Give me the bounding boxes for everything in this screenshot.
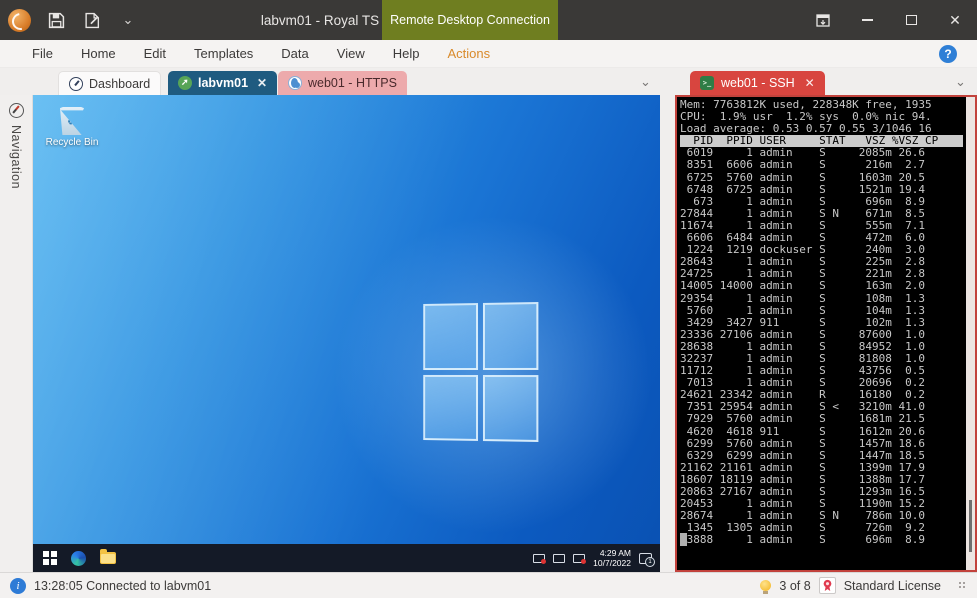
notification-center-icon[interactable] (639, 553, 652, 564)
tab-overflow-chevron-icon[interactable]: ⌄ (640, 74, 651, 90)
lightbulb-icon[interactable] (760, 580, 771, 591)
clock-time: 4:29 AM (593, 548, 631, 558)
recycle-bin-icon: ♻ (60, 107, 84, 135)
royal-ts-logo-icon (8, 9, 31, 32)
title-bar: ⌄ labvm01 - Royal TS Remote Desktop Conn… (0, 0, 977, 40)
royal-ts-window: ⌄ labvm01 - Royal TS Remote Desktop Conn… (0, 0, 977, 598)
menu-templates[interactable]: Templates (180, 40, 267, 68)
windows-taskbar: 4:29 AM 10/7/2022 (33, 544, 660, 572)
windows-logo-pane (423, 303, 477, 369)
windows-logo-pane (423, 374, 477, 440)
recycle-bin-label: Recycle Bin (43, 137, 101, 148)
menu-view[interactable]: View (323, 40, 379, 68)
windows-logo-pane (482, 375, 538, 442)
process-row: 14005 14000 admin S 163m 2.0 (680, 280, 963, 292)
terminal-scrollbar[interactable] (966, 97, 975, 570)
rdp-desktop-viewport[interactable]: ♻ Recycle Bin 4:29 AM 10/7/2022 (33, 95, 660, 572)
windows-logo-pane (482, 302, 538, 369)
process-row: 3429 3427 911 S 102m 1.3 (680, 317, 963, 329)
close-tab-icon[interactable]: ✕ (805, 76, 815, 90)
license-badge-box (819, 577, 836, 594)
terminal-cursor (680, 533, 687, 546)
dock-window-button[interactable] (801, 0, 845, 40)
license-ribbon-icon (822, 579, 833, 592)
process-row: 6725 5760 admin S 1603m 20.5 (680, 172, 963, 184)
menu-home[interactable]: Home (67, 40, 130, 68)
tab-label: Dashboard (89, 77, 150, 91)
process-row: 3888 1 admin S 696m 8.9 (680, 534, 963, 546)
process-row: 8351 6606 admin S 216m 2.7 (680, 159, 963, 171)
tray-status-icon[interactable] (533, 554, 545, 563)
menu-edit[interactable]: Edit (130, 40, 180, 68)
menu-data[interactable]: Data (267, 40, 322, 68)
globe-icon (288, 76, 302, 90)
connection-count: 3 of 8 (779, 579, 810, 593)
maximize-button[interactable] (889, 0, 933, 40)
tab-label: web01 - HTTPS (308, 76, 397, 90)
process-row: 6329 6299 admin S 1447m 18.5 (680, 450, 963, 462)
tray-network-icon[interactable] (553, 554, 565, 563)
navigation-label: Navigation (9, 125, 23, 189)
tab-web01-https[interactable]: web01 - HTTPS (278, 71, 407, 95)
menu-bar: File Home Edit Templates Data View Help … (0, 40, 977, 68)
minimize-button[interactable] (845, 0, 889, 40)
license-label: Standard License (844, 579, 941, 593)
panel-chevron-icon[interactable]: ⌄ (955, 74, 966, 90)
context-tab-remote-desktop: Remote Desktop Connection (382, 0, 558, 40)
tab-label: labvm01 (198, 76, 248, 90)
process-row: 7929 5760 admin S 1681m 21.5 (680, 413, 963, 425)
tray-volume-icon[interactable] (573, 554, 585, 563)
file-explorer-icon[interactable] (100, 552, 116, 564)
menu-file[interactable]: File (18, 40, 67, 68)
resize-grip[interactable] (959, 582, 967, 590)
tab-dashboard[interactable]: Dashboard (58, 71, 161, 95)
tab-label: web01 - SSH (721, 76, 795, 90)
ssh-terminal-panel[interactable]: Mem: 7763812K used, 228348K free, 1935CP… (675, 95, 977, 572)
process-row: 29354 1 admin S 108m 1.3 (680, 293, 963, 305)
quick-access-chevron-icon[interactable]: ⌄ (117, 9, 139, 31)
scrollbar-thumb[interactable] (969, 500, 972, 552)
recycle-bin-shortcut[interactable]: ♻ Recycle Bin (43, 107, 101, 148)
tab-labvm01-active[interactable]: labvm01 ✕ (168, 71, 277, 95)
panel-splitter[interactable] (660, 95, 675, 572)
save-icon[interactable] (45, 9, 67, 31)
edge-browser-icon[interactable] (71, 551, 86, 566)
windows-logo (423, 302, 538, 442)
clock-date: 10/7/2022 (593, 558, 631, 568)
close-button[interactable]: ✕ (933, 0, 977, 40)
process-row: 5760 1 admin S 104m 1.3 (680, 305, 963, 317)
new-document-icon[interactable] (81, 9, 103, 31)
dashboard-icon (69, 77, 83, 91)
taskbar-clock[interactable]: 4:29 AM 10/7/2022 (593, 548, 631, 568)
terminal-icon: >_ (700, 76, 714, 90)
rdp-connection-icon (178, 76, 192, 90)
process-row: 6299 5760 admin S 1457m 18.6 (680, 438, 963, 450)
status-message: 13:28:05 Connected to labvm01 (34, 579, 211, 593)
help-icon[interactable]: ? (939, 45, 957, 63)
process-row: 6748 6725 admin S 1521m 19.4 (680, 184, 963, 196)
close-tab-icon[interactable]: ✕ (257, 76, 267, 90)
terminal-output[interactable]: Mem: 7763812K used, 228348K free, 1935CP… (680, 99, 963, 568)
start-button-icon[interactable] (43, 551, 57, 565)
navigation-panel-tab[interactable]: Navigation (0, 95, 33, 572)
info-icon: i (10, 578, 26, 594)
status-bar: i 13:28:05 Connected to labvm01 3 of 8 S… (0, 572, 977, 598)
navigation-icon (9, 103, 24, 118)
menu-actions[interactable]: Actions (433, 40, 504, 68)
system-tray: 4:29 AM 10/7/2022 (533, 544, 654, 572)
menu-help[interactable]: Help (379, 40, 434, 68)
tab-web01-ssh[interactable]: >_ web01 - SSH ✕ (690, 71, 825, 95)
tab-strip: Dashboard labvm01 ✕ web01 - HTTPS ⌄ >_ w… (0, 68, 977, 95)
process-row: 4620 4618 911 S 1612m 20.6 (680, 426, 963, 438)
